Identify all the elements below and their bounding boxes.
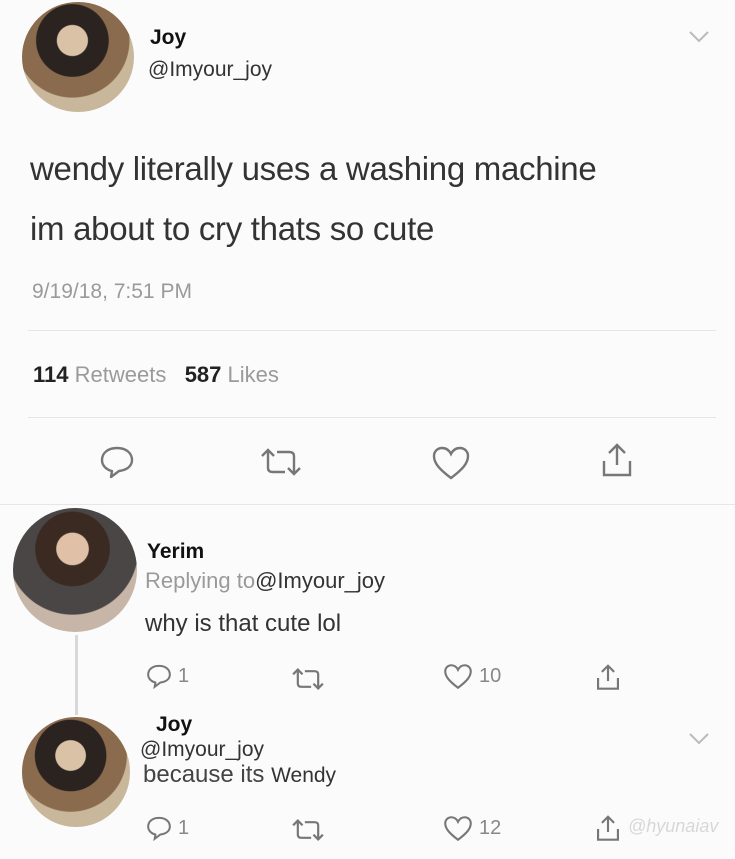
- like-count: 10: [479, 665, 502, 687]
- reply-author-name[interactable]: Yerim: [147, 540, 204, 564]
- reply-text: why is that cute lol: [145, 610, 342, 637]
- reply-action[interactable]: 1: [146, 815, 189, 841]
- tweet-stats: 114 Retweets 587 Likes: [33, 362, 279, 388]
- reply-author-name[interactable]: Joy: [156, 713, 192, 737]
- reply-icon: [147, 816, 171, 841]
- joy-avatar[interactable]: [22, 2, 134, 112]
- reply-text-part-2: Wendy: [271, 764, 337, 787]
- reply-icon[interactable]: [99, 445, 135, 479]
- like-action[interactable]: 12: [443, 815, 501, 842]
- reply-action[interactable]: 1: [146, 663, 189, 689]
- joy-avatar[interactable]: [22, 717, 130, 827]
- like-icon[interactable]: [431, 445, 471, 481]
- watermark: @hyunaiav: [628, 816, 719, 836]
- likes-label[interactable]: Likes: [228, 362, 279, 387]
- share-icon[interactable]: [595, 664, 621, 692]
- divider: [28, 417, 716, 418]
- reply-author-handle[interactable]: @Imyour_joy: [140, 738, 264, 762]
- replying-to: Replying to@Imyour_joy: [145, 568, 385, 594]
- chevron-down-icon[interactable]: [688, 732, 710, 746]
- reply-icon: [147, 664, 171, 689]
- author-handle[interactable]: @Imyour_joy: [148, 58, 272, 82]
- author-name[interactable]: Joy: [150, 26, 186, 50]
- retweet-icon[interactable]: [290, 666, 326, 692]
- divider: [0, 504, 735, 505]
- thread-line: [75, 635, 78, 715]
- like-icon: [444, 664, 472, 690]
- tweet-text-line-2: im about to cry thats so cute: [30, 210, 434, 247]
- reply-text-part-1: because its: [143, 761, 265, 788]
- retweets-label[interactable]: Retweets: [75, 362, 167, 387]
- likes-count[interactable]: 587: [185, 362, 222, 387]
- retweet-icon[interactable]: [258, 446, 304, 478]
- replying-to-handle[interactable]: @Imyour_joy: [255, 568, 385, 593]
- share-icon[interactable]: [595, 815, 621, 843]
- yerim-avatar[interactable]: [13, 508, 137, 632]
- divider: [28, 330, 716, 331]
- retweet-icon[interactable]: [290, 817, 326, 843]
- replying-to-label: Replying to: [145, 568, 256, 593]
- like-count: 12: [479, 817, 502, 839]
- like-action[interactable]: 10: [443, 663, 501, 690]
- share-icon[interactable]: [600, 443, 634, 479]
- tweet-text-line-1: wendy literally uses a washing machine: [30, 150, 597, 187]
- tweet-timestamp: 9/19/18, 7:51 PM: [32, 280, 192, 303]
- retweets-count[interactable]: 114: [33, 362, 69, 387]
- reply-count: 1: [178, 816, 190, 839]
- reply-count: 1: [178, 664, 190, 687]
- like-icon: [444, 816, 472, 842]
- chevron-down-icon[interactable]: [688, 30, 710, 44]
- reply-text: because its Wendy: [143, 761, 336, 789]
